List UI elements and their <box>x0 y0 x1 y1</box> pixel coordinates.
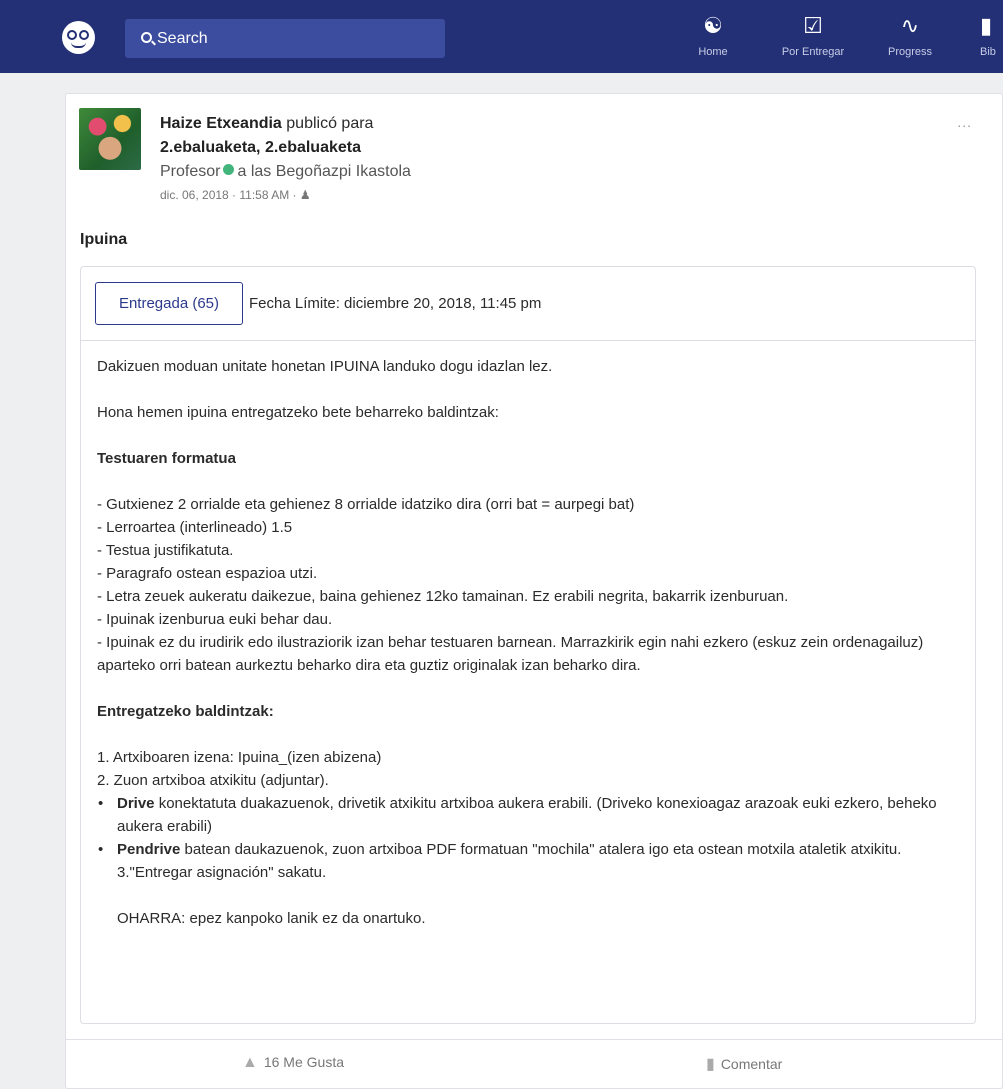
step-1: 1. Artxiboaren izena: Ipuina_(izen abize… <box>97 749 382 766</box>
pendrive-text: batean daukazuenok, zuon artxiboa PDF fo… <box>180 841 902 858</box>
format-line: - Lerroartea (interlineado) 1.5 <box>97 519 293 536</box>
author-role-line: Profesor a las Begoñazpi Ikastola <box>160 160 411 184</box>
search-input[interactable] <box>157 19 437 58</box>
step-3: 3."Entregar asignación" sakatu. <box>117 864 327 881</box>
home-icon: ☯ <box>703 13 723 38</box>
format-heading: Testuaren formatua <box>97 450 236 467</box>
turned-in-button[interactable]: Entregada (65) <box>95 282 243 325</box>
comment-label: Comentar <box>720 1056 783 1072</box>
drive-label: Drive <box>117 795 155 812</box>
post-header-line: Haize Etxeandia publicó para <box>160 112 411 136</box>
assignment-box: Entregada (65) Fecha Límite: diciembre 2… <box>80 266 976 1024</box>
format-line: - Ipuinak izenburua euki behar dau. <box>97 611 333 628</box>
post-timestamp: dic. 06, 2018 · 11:58 AM · ♟ <box>160 184 411 206</box>
edmodo-logo-icon[interactable] <box>62 21 95 54</box>
comment-button[interactable]: ▮ Comentar <box>706 1054 782 1074</box>
audience-icon: ♟ <box>299 188 311 202</box>
format-line: - Ipuinak ez du irudirik edo ilustrazior… <box>97 634 924 674</box>
nav-progress[interactable]: ∿ Progress <box>880 12 940 68</box>
verified-check-icon <box>223 164 235 175</box>
author-avatar[interactable] <box>79 108 141 170</box>
pulse-icon: ∿ <box>900 13 920 38</box>
step-2: 2. Zuon artxiboa atxikitu (adjuntar). <box>97 772 329 789</box>
pendrive-bullet: Pendrive batean daukazuenok, zuon artxib… <box>97 838 965 861</box>
assignment-description: Dakizuen moduan unitate honetan IPUINA l… <box>97 355 965 930</box>
school-name: a las Begoñazpi Ikastola <box>237 163 411 180</box>
format-line: - Paragrafo ostean espazioa utzi. <box>97 565 318 582</box>
post-groups[interactable]: 2.ebaluaketa, 2.ebaluaketa <box>160 136 411 160</box>
top-navigation-bar: ☯ Home ☑ Por Entregar ∿ Progress ▮ Bib <box>0 0 1003 73</box>
more-options-icon[interactable]: ... <box>957 114 972 130</box>
assignment-header: Entregada (65) Fecha Límite: diciembre 2… <box>81 267 975 341</box>
post-title: Ipuina <box>80 231 128 248</box>
logo-smile <box>71 42 86 48</box>
like-button[interactable]: ▲ 16 Me Gusta <box>242 1054 344 1072</box>
logo-eye-left <box>67 30 77 40</box>
requirements-intro: Hona hemen ipuina entregatzeko bete beha… <box>97 404 499 421</box>
search-bar[interactable] <box>125 19 445 58</box>
post-date: dic. 06, 2018 · 11:58 AM · <box>160 188 297 202</box>
drive-text: konektatuta duakazuenok, drivetik atxiki… <box>117 795 937 835</box>
nav-por-entregar[interactable]: ☑ Por Entregar <box>773 12 853 68</box>
thumbs-up-icon: ▲ <box>242 1054 258 1071</box>
post-meta: Haize Etxeandia publicó para 2.ebaluaket… <box>160 112 411 206</box>
nav-backpack[interactable]: ▮ Bib <box>980 12 1003 68</box>
format-line: - Letra zeuek aukeratu daikezue, baina g… <box>97 588 789 605</box>
author-role: Profesor <box>160 163 221 180</box>
backpack-icon: ▮ <box>980 13 993 38</box>
posted-for-label: publicó para <box>286 115 374 132</box>
intro-paragraph: Dakizuen moduan unitate honetan IPUINA l… <box>97 358 553 375</box>
pendrive-label: Pendrive <box>117 841 181 858</box>
post-card: Haize Etxeandia publicó para 2.ebaluaket… <box>65 93 1003 1089</box>
submission-heading: Entregatzeko baldintzak: <box>97 703 274 720</box>
author-name[interactable]: Haize Etxeandia <box>160 115 282 132</box>
logo-eye-right <box>79 30 89 40</box>
nav-home[interactable]: ☯ Home <box>690 12 736 68</box>
drive-bullet: Drive konektatuta duakazuenok, drivetik … <box>97 792 965 838</box>
likes-count: 16 Me Gusta <box>263 1054 344 1070</box>
format-line: - Gutxienez 2 orrialde eta gehienez 8 or… <box>97 496 635 513</box>
post-actions: ▲ 16 Me Gusta ▮ Comentar <box>66 1039 1002 1089</box>
search-icon <box>141 32 152 43</box>
format-line: - Testua justifikatuta. <box>97 542 234 559</box>
note: OHARRA: epez kanpoko lanik ez da onartuk… <box>117 910 426 927</box>
comment-icon: ▮ <box>706 1056 715 1073</box>
calendar-check-icon: ☑ <box>803 13 823 38</box>
due-date: Fecha Límite: diciembre 20, 2018, 11:45 … <box>249 295 542 312</box>
